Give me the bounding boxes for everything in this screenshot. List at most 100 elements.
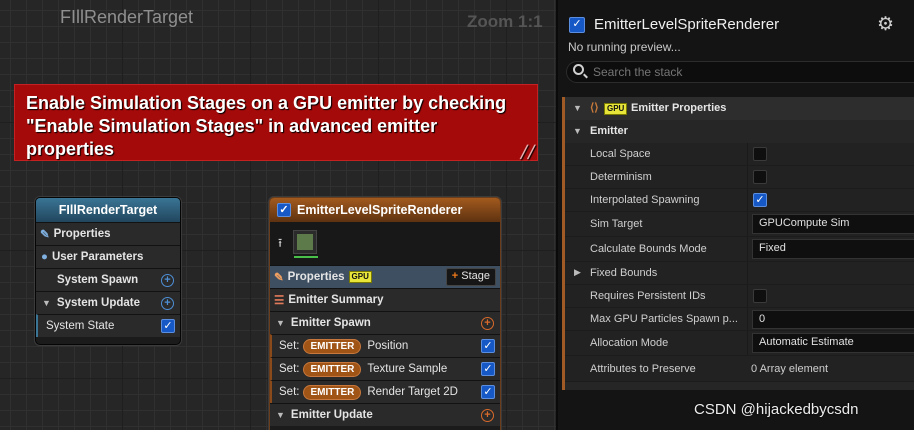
pencil-icon: ✎ [40, 229, 50, 241]
details-title: EmitterLevelSpriteRenderer [594, 16, 780, 33]
prop-value [747, 166, 914, 188]
stack-panel: ▼ ⟨⟩ GPU Emitter Properties ▼ Emitter Lo… [562, 97, 914, 390]
system-state-row[interactable]: System State ✓ [36, 314, 180, 337]
expand-arrow-icon[interactable]: ▶ [574, 267, 581, 278]
system-update-label: System Update [56, 297, 141, 309]
collapse-arrow-icon[interactable]: ▼ [573, 103, 582, 113]
collapse-arrow-icon[interactable]: ▼ [276, 318, 285, 328]
preview-status: No running preview... [568, 40, 681, 54]
add-module-icon[interactable]: + [481, 316, 494, 330]
collapse-arrow-icon[interactable]: ▼ [573, 126, 582, 136]
emitter-summary-label: Emitter Summary [288, 294, 384, 306]
module-link-icon: ⟨⟩ [590, 102, 599, 114]
emitter-update-label: Emitter Update [290, 409, 373, 421]
prop-value: 0 Array element [747, 356, 914, 378]
prop-label: Requires Persistent IDs [590, 290, 706, 302]
emitter-node-title: EmitterLevelSpriteRenderer [297, 203, 463, 217]
prop-label: Sim Target [590, 218, 643, 230]
emitter-spawn-label: Emitter Spawn [290, 317, 371, 329]
list-icon: ☰ [274, 295, 285, 307]
sprite-thumbnail-icon[interactable] [293, 230, 317, 254]
prop-value: Fixed [747, 237, 914, 261]
graph-title: FIllRenderTarget [60, 7, 194, 27]
prop-allocation-mode: Allocation Mode Automatic Estimate [565, 331, 914, 356]
system-update-row[interactable]: ▼ System Update + [36, 291, 180, 314]
add-stage-button[interactable]: + Stage [445, 268, 496, 286]
prop-fixed-bounds[interactable]: ▶ Fixed Bounds [565, 262, 914, 285]
emitter-summary-row[interactable]: ☰ Emitter Summary [270, 288, 500, 311]
calc-bounds-dropdown[interactable]: Fixed [752, 239, 914, 259]
determinism-checkbox[interactable] [753, 170, 767, 184]
set-label: Set: [279, 363, 300, 375]
emitter-properties-row[interactable]: ✎ Properties GPU + Stage [270, 265, 500, 288]
prop-value: ✓ [747, 189, 914, 211]
search-icon [573, 64, 584, 75]
plus-icon: + [451, 270, 459, 282]
local-space-checkbox[interactable] [753, 147, 767, 161]
module-name: Texture Sample [367, 363, 448, 375]
emitter-enabled-checkbox[interactable]: ✓ [569, 17, 585, 33]
resize-grip-icon[interactable]: ╱╱ [521, 146, 535, 158]
module-name: Position [367, 340, 409, 352]
prop-max-gpu-spawn: Max GPU Particles Spawn p... 0 [565, 308, 914, 331]
emitter-enabled-checkbox[interactable]: ✓ [277, 203, 291, 217]
watermark: CSDN @hijackedbycsdn [694, 401, 859, 418]
spawn-figure-icon: ⭱ [278, 236, 283, 250]
prop-label: Attributes to Preserve [590, 363, 696, 375]
emitter-group-header[interactable]: ▼ Emitter [565, 120, 914, 143]
emitter-properties-header[interactable]: ▼ ⟨⟩ GPU Emitter Properties [565, 97, 914, 120]
selection-details-panel: ✓ EmitterLevelSpriteRenderer ⚙ No runnin… [556, 0, 914, 430]
module-enabled-checkbox[interactable]: ✓ [481, 385, 495, 399]
prop-value: 0 [747, 308, 914, 330]
module-row[interactable]: Set: EMITTER Position ✓ [270, 334, 500, 357]
group-title: Emitter [590, 125, 628, 137]
prop-requires-persistent-ids: Requires Persistent IDs [565, 285, 914, 308]
emitter-spawn-row[interactable]: ▼ Emitter Spawn + [270, 311, 500, 334]
emitter-namespace-pill: EMITTER [303, 361, 362, 377]
add-module-icon[interactable]: + [161, 273, 174, 287]
module-enabled-checkbox[interactable]: ✓ [481, 362, 495, 376]
prop-determinism: Determinism [565, 166, 914, 189]
sim-target-dropdown[interactable]: GPUCompute Sim [752, 214, 914, 234]
max-gpu-spawn-input[interactable]: 0 [752, 310, 914, 329]
module-row[interactable]: Set: EMITTER Render Target 2D ✓ [270, 380, 500, 403]
prop-value [747, 285, 914, 307]
add-module-icon[interactable]: + [481, 408, 494, 422]
system-node[interactable]: FIllRenderTarget ✎ Properties ● User Par… [35, 197, 181, 345]
emitter-thumbnail-row: ⭱ [270, 222, 500, 265]
comment-banner[interactable]: Enable Simulation Stages on a GPU emitte… [14, 84, 538, 161]
user-parameters-row[interactable]: ● User Parameters [36, 245, 180, 268]
interpolated-spawning-checkbox[interactable]: ✓ [753, 193, 767, 207]
collapse-arrow-icon[interactable]: ▼ [276, 410, 285, 420]
emitter-node[interactable]: ✓ EmitterLevelSpriteRenderer ⭱ ✎ Propert… [269, 197, 501, 430]
set-label: Set: [279, 340, 300, 352]
stage-label: Stage [461, 270, 490, 282]
gpu-badge: GPU [348, 271, 372, 283]
thumbnail-underline [294, 256, 318, 258]
emitter-node-header[interactable]: ✓ EmitterLevelSpriteRenderer [270, 198, 500, 222]
system-spawn-row[interactable]: System Spawn + [36, 268, 180, 291]
prop-label: Calculate Bounds Mode [590, 243, 707, 255]
emitter-update-row[interactable]: ▼ Emitter Update + [270, 403, 500, 426]
add-module-icon[interactable]: + [161, 296, 174, 310]
system-state-label: System State [46, 320, 115, 332]
prop-value: Automatic Estimate [747, 331, 914, 355]
gear-icon[interactable]: ⚙ [877, 13, 894, 36]
graph-canvas[interactable]: FIllRenderTarget Zoom 1:1 Enable Simulat… [0, 0, 556, 430]
collapse-arrow-icon[interactable]: ▼ [42, 298, 51, 308]
module-row[interactable]: Set: EMITTER Texture Sample ✓ [270, 357, 500, 380]
prop-calc-bounds-mode: Calculate Bounds Mode Fixed [565, 237, 914, 262]
prop-label: Determinism [590, 171, 652, 183]
prop-attributes-to-preserve: Attributes to Preserve 0 Array element [565, 356, 914, 382]
search-input[interactable] [593, 65, 893, 79]
module-enabled-checkbox[interactable]: ✓ [481, 339, 495, 353]
persistent-ids-checkbox[interactable] [753, 289, 767, 303]
prop-value [747, 262, 914, 284]
gpu-badge: GPU [604, 103, 628, 115]
system-properties-row[interactable]: ✎ Properties [36, 222, 180, 245]
system-state-checkbox[interactable]: ✓ [161, 319, 175, 333]
system-node-header[interactable]: FIllRenderTarget [36, 198, 180, 222]
search-box[interactable] [566, 61, 914, 83]
allocation-mode-dropdown[interactable]: Automatic Estimate [752, 333, 914, 353]
prop-sim-target: Sim Target GPUCompute Sim [565, 212, 914, 237]
